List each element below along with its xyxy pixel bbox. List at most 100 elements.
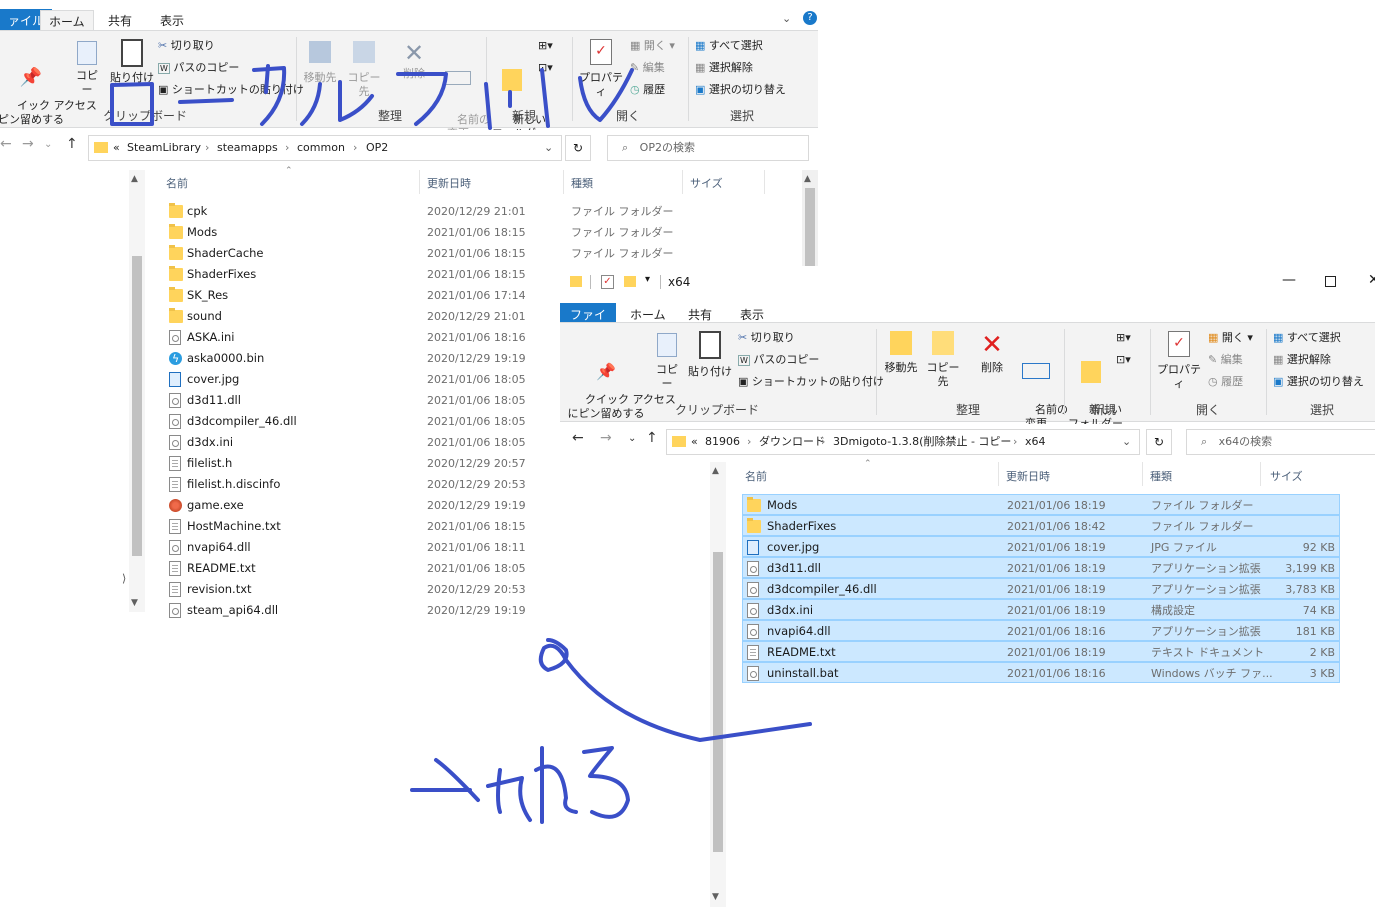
delete-button[interactable]: ✕ 削除 <box>394 39 434 81</box>
column-header-type[interactable]: 種類 <box>571 175 593 191</box>
delete-button[interactable]: ✕ 削除 <box>972 329 1012 375</box>
new-folder-quick-icon[interactable] <box>624 276 636 287</box>
paste-shortcut-button[interactable]: ▣ ショートカットの貼り付け <box>158 79 304 101</box>
paste-shortcut-button[interactable]: ▣ ショートカットの貼り付け <box>738 371 884 393</box>
edit-button[interactable]: ✎ 編集 <box>630 57 665 79</box>
breadcrumb-common[interactable]: common <box>297 136 345 160</box>
column-header-date[interactable]: 更新日時 <box>427 175 471 191</box>
history-button[interactable]: ◷ 履歴 <box>1208 371 1243 393</box>
file-list-scrollbar[interactable]: ▲ <box>802 170 818 268</box>
open-button[interactable]: ▦ 開く ▾ <box>630 35 675 57</box>
scroll-thumb[interactable] <box>805 188 815 268</box>
breadcrumb-3dmigoto[interactable]: 3Dmigoto-1.3.8(削除禁止 - コピー <box>833 430 1011 454</box>
address-box[interactable]: « 81906 › ダウンロード › 3Dmigoto-1.3.8(削除禁止 -… <box>666 429 1140 455</box>
column-header-type[interactable]: 種類 <box>1150 468 1172 484</box>
cut-button[interactable]: ✂ 切り取り <box>738 327 795 349</box>
select-all-button[interactable]: ▦ すべて選択 <box>695 35 763 57</box>
column-divider[interactable] <box>1142 462 1143 486</box>
close-icon[interactable]: ✕ <box>1368 272 1375 288</box>
collapse-ribbon-icon[interactable]: ⌄ <box>782 12 791 25</box>
file-row[interactable]: d3dcompiler_46.dll 2021/01/06 18:19 アプリケーシ… <box>742 578 1340 599</box>
file-row[interactable]: ShaderCache 2021/01/06 18:15 ファイル フォルダー <box>163 243 803 264</box>
easy-access-button[interactable]: ⊡▾ <box>1116 349 1131 371</box>
easy-access-button[interactable]: ⊡▾ <box>538 57 553 79</box>
breadcrumb-overflow[interactable]: « <box>691 430 698 454</box>
nav-pane-scrollbar[interactable]: ▲ ▼ <box>129 170 145 612</box>
new-item-button[interactable]: ⊞▾ <box>538 35 553 57</box>
column-divider[interactable] <box>1260 462 1261 486</box>
scroll-down-icon[interactable]: ▼ <box>712 892 719 902</box>
breadcrumb-separator[interactable]: › <box>353 136 357 160</box>
file-row[interactable]: Mods 2021/01/06 18:19 ファイル フォルダー <box>742 494 1340 515</box>
address-dropdown-icon[interactable]: ⌄ <box>1122 430 1131 454</box>
invert-selection-button[interactable]: ▣ 選択の切り替え <box>1273 371 1364 393</box>
cut-button[interactable]: ✂ 切り取り <box>158 35 215 57</box>
breadcrumb-separator[interactable]: › <box>205 136 209 160</box>
breadcrumb-separator[interactable]: › <box>1013 430 1017 454</box>
refresh-icon[interactable]: ↻ <box>565 135 591 161</box>
file-row[interactable]: ShaderFixes 2021/01/06 18:42 ファイル フォルダー <box>742 515 1340 536</box>
properties-quick-icon[interactable]: ✓ <box>601 275 614 289</box>
nav-pane-scrollbar[interactable]: ▲ ▼ <box>710 462 726 907</box>
up-icon[interactable]: ↑ <box>646 430 658 446</box>
forward-icon[interactable]: → <box>22 136 34 152</box>
back-icon[interactable]: ← <box>572 430 584 446</box>
column-header-size[interactable]: サイズ <box>1270 468 1303 484</box>
splitter-handle[interactable]: ⟩ <box>122 572 126 585</box>
pin-quick-access-button[interactable]: 📌 クイック アクセス にピン留めする <box>564 337 676 435</box>
address-box[interactable]: « SteamLibrary › steamapps › common › OP… <box>88 135 562 161</box>
invert-selection-button[interactable]: ▣ 選択の切り替え <box>695 79 786 101</box>
column-header-name[interactable]: 名前 <box>166 175 188 191</box>
breadcrumb-separator[interactable]: › <box>747 430 751 454</box>
breadcrumb-separator[interactable]: › <box>821 430 825 454</box>
tab-view[interactable]: 表示 <box>152 10 192 32</box>
scroll-up-icon[interactable]: ▲ <box>712 466 719 476</box>
file-row[interactable]: nvapi64.dll 2021/01/06 18:16 アプリケーション拡張 181… <box>742 620 1340 641</box>
select-none-button[interactable]: ▦ 選択解除 <box>1273 349 1331 371</box>
minimize-icon[interactable]: — <box>1282 272 1296 288</box>
forward-icon[interactable]: → <box>600 430 612 446</box>
column-divider[interactable] <box>419 170 420 194</box>
file-row[interactable]: cpk 2020/12/29 21:01 ファイル フォルダー <box>163 201 803 222</box>
move-to-button[interactable]: 移動先 <box>880 331 922 375</box>
history-button[interactable]: ◷ 履歴 <box>630 79 665 101</box>
column-divider[interactable] <box>563 170 564 194</box>
search-input[interactable]: ⌕ x64の検索 <box>1186 429 1375 455</box>
paste-button[interactable]: 貼り付け <box>110 39 154 85</box>
column-divider[interactable] <box>998 462 999 486</box>
file-row[interactable]: README.txt 2021/01/06 18:19 テキスト ドキュメント 2 K… <box>742 641 1340 662</box>
copy-button[interactable]: コピー <box>652 333 682 391</box>
recent-dropdown-icon[interactable]: ⌄ <box>628 433 636 444</box>
column-header-size[interactable]: サイズ <box>690 175 723 191</box>
scroll-up-icon[interactable]: ▲ <box>804 174 811 184</box>
column-header-date[interactable]: 更新日時 <box>1006 468 1050 484</box>
properties-button[interactable]: ✓ プロパティ <box>576 39 626 99</box>
breadcrumb-81906[interactable]: 81906 <box>705 430 740 454</box>
column-divider[interactable] <box>682 170 683 194</box>
breadcrumb-steamapps[interactable]: steamapps <box>217 136 278 160</box>
copy-path-button[interactable]: W パスのコピー <box>738 349 819 372</box>
copy-to-button[interactable]: コピー先 <box>922 331 964 389</box>
scroll-thumb[interactable] <box>132 256 142 556</box>
paste-button[interactable]: 貼り付け <box>688 331 732 379</box>
move-to-button[interactable]: 移動先 <box>300 41 340 85</box>
quick-access-dropdown-icon[interactable]: ▾ <box>645 274 650 285</box>
pin-quick-access-button[interactable]: 📌 イック アクセス ピン留めする <box>0 43 97 141</box>
edit-button[interactable]: ✎ 編集 <box>1208 349 1243 371</box>
maximize-icon[interactable] <box>1325 276 1336 287</box>
file-row[interactable]: Mods 2021/01/06 18:15 ファイル フォルダー <box>163 222 803 243</box>
scroll-down-icon[interactable]: ▼ <box>131 598 138 608</box>
breadcrumb-op2[interactable]: OP2 <box>366 136 388 160</box>
copy-to-button[interactable]: コピー先 <box>344 41 384 99</box>
back-icon[interactable]: ← <box>0 136 12 152</box>
breadcrumb-overflow[interactable]: « <box>113 136 120 160</box>
new-item-button[interactable]: ⊞▾ <box>1116 327 1131 349</box>
scroll-up-icon[interactable]: ▲ <box>131 174 138 184</box>
open-button[interactable]: ▦ 開く ▾ <box>1208 327 1253 349</box>
recent-dropdown-icon[interactable]: ⌄ <box>44 139 52 150</box>
address-dropdown-icon[interactable]: ⌄ <box>544 136 553 160</box>
refresh-icon[interactable]: ↻ <box>1146 429 1172 455</box>
select-all-button[interactable]: ▦ すべて選択 <box>1273 327 1341 349</box>
file-row[interactable]: d3dx.ini 2021/01/06 18:19 構成設定 74 KB <box>742 599 1340 620</box>
search-input[interactable]: ⌕ OP2の検索 <box>607 135 809 161</box>
